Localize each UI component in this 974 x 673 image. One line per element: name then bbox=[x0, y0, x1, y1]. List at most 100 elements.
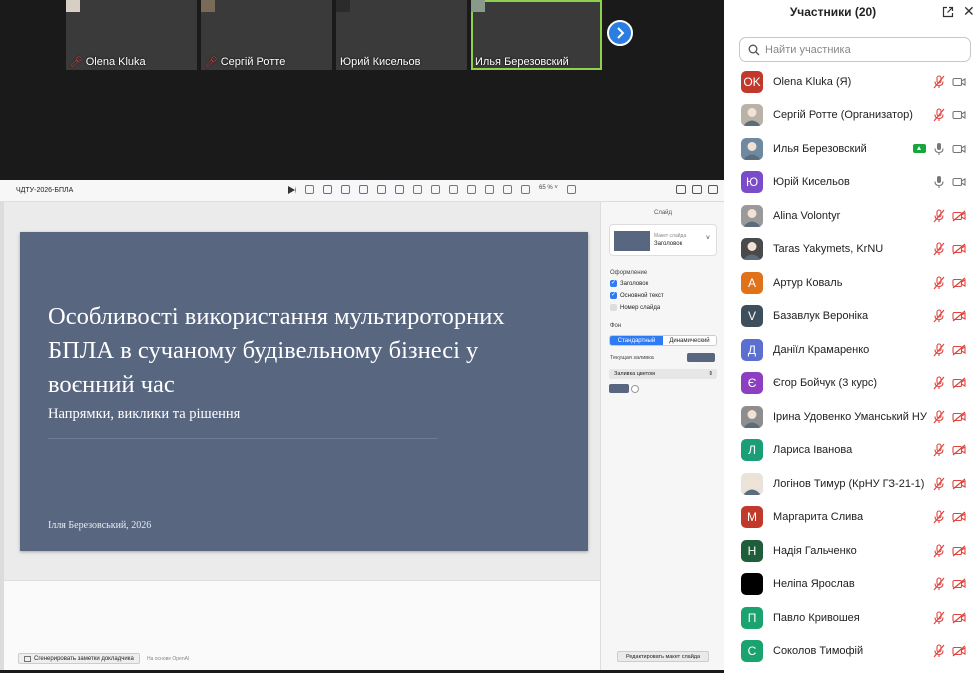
mic-muted-icon[interactable] bbox=[933, 242, 945, 256]
shape-icon[interactable] bbox=[485, 185, 494, 194]
participant-row[interactable]: С Соколов Тимофій bbox=[724, 635, 974, 669]
camera-off-icon[interactable] bbox=[952, 578, 966, 590]
mic-icon[interactable] bbox=[933, 175, 945, 189]
camera-off-icon[interactable] bbox=[952, 277, 966, 289]
participant-row[interactable]: М Маргарита Слива bbox=[724, 501, 974, 535]
video-thumbnail[interactable]: Илья Березовский bbox=[471, 0, 602, 70]
participant-row[interactable]: Є Єгор Бойчук (3 курс) bbox=[724, 367, 974, 401]
participant-row[interactable]: А Артур Коваль bbox=[724, 266, 974, 300]
zoom-select[interactable]: 65 % ˅ bbox=[539, 185, 558, 194]
video-thumbnail[interactable]: Юрий Кисельов bbox=[336, 0, 467, 70]
mic-muted-icon[interactable] bbox=[933, 611, 945, 625]
play-icon[interactable] bbox=[288, 185, 296, 194]
camera-off-icon[interactable] bbox=[952, 478, 966, 490]
mic-muted-icon[interactable] bbox=[933, 443, 945, 457]
chart-icon[interactable] bbox=[449, 185, 458, 194]
participant-row[interactable]: Неліпа Ярослав bbox=[724, 568, 974, 602]
mic-muted-icon[interactable] bbox=[933, 544, 945, 558]
seg-dynamic[interactable]: Динамический bbox=[663, 336, 716, 345]
mic-muted-icon[interactable] bbox=[933, 309, 945, 323]
mic-muted-icon[interactable] bbox=[933, 410, 945, 424]
document-panel-icon[interactable] bbox=[708, 185, 718, 194]
participant-row[interactable]: Д Даніїл Крамаренко bbox=[724, 333, 974, 367]
participant-row[interactable]: Логінов Тимур (КрНУ ГЗ-21-1) bbox=[724, 467, 974, 501]
generate-notes-button[interactable]: Сгенерировать заметки докладчика bbox=[18, 653, 140, 664]
add-slide-icon[interactable] bbox=[305, 185, 314, 194]
camera-icon[interactable] bbox=[952, 143, 966, 155]
camera-off-icon[interactable] bbox=[952, 444, 966, 456]
participant-row[interactable]: Илья Березовский bbox=[724, 132, 974, 166]
video-thumbnail[interactable]: 🎤︎ Сергій Ротте bbox=[201, 0, 332, 70]
appearance-checkbox[interactable]: Номер слайда bbox=[610, 304, 660, 311]
color-well[interactable] bbox=[609, 384, 629, 393]
search-input[interactable] bbox=[765, 43, 955, 56]
mic-muted-icon[interactable] bbox=[933, 376, 945, 390]
textbox-icon[interactable] bbox=[467, 185, 476, 194]
animate-panel-icon[interactable] bbox=[692, 185, 702, 194]
speaker-notes-area[interactable]: Сгенерировать заметки докладчика На осно… bbox=[4, 580, 600, 670]
camera-icon[interactable] bbox=[952, 176, 966, 188]
participant-row[interactable]: Ірина Удовенко Уманський НУ bbox=[724, 400, 974, 434]
transition-icon[interactable] bbox=[359, 185, 368, 194]
next-page-button[interactable] bbox=[607, 20, 633, 46]
text-icon[interactable] bbox=[413, 185, 422, 194]
participant-row[interactable]: П Павло Кривошея bbox=[724, 601, 974, 635]
camera-off-icon[interactable] bbox=[952, 310, 966, 322]
participant-row[interactable]: Н Надія Гальченко bbox=[724, 534, 974, 568]
slide-layout-select[interactable]: Макет слайда Заголовок ˅ bbox=[609, 224, 717, 256]
participant-row[interactable]: Ю Юрій Кисельов bbox=[724, 166, 974, 200]
camera-off-icon[interactable] bbox=[952, 645, 966, 657]
comment-icon[interactable] bbox=[521, 185, 530, 194]
collab-icon[interactable] bbox=[323, 185, 332, 194]
checkbox[interactable]: ✓ bbox=[610, 280, 617, 287]
checkbox[interactable]: ✓ bbox=[610, 292, 617, 299]
camera-off-icon[interactable] bbox=[952, 612, 966, 624]
slide[interactable]: Особливості використання мультироторних … bbox=[20, 232, 588, 551]
slide-title[interactable]: Особливості використання мультироторних … bbox=[48, 300, 548, 402]
camera-off-icon[interactable] bbox=[952, 545, 966, 557]
media-icon[interactable] bbox=[377, 185, 386, 194]
camera-off-icon[interactable] bbox=[952, 377, 966, 389]
mic-muted-icon[interactable] bbox=[933, 577, 945, 591]
camera-icon[interactable] bbox=[952, 109, 966, 121]
edit-slide-layout-button[interactable]: Редактировать макет слайда bbox=[617, 651, 709, 662]
mic-muted-icon[interactable] bbox=[933, 343, 945, 357]
participant-row[interactable]: Л Лариса Іванова bbox=[724, 434, 974, 468]
participant-row[interactable]: OK Olena Kluka (Я) bbox=[724, 65, 974, 99]
appearance-checkbox[interactable]: ✓ Заголовок bbox=[610, 280, 648, 287]
mic-icon[interactable] bbox=[933, 142, 945, 156]
appearance-checkbox[interactable]: ✓ Основной текст bbox=[610, 292, 664, 299]
camera-off-icon[interactable] bbox=[952, 411, 966, 423]
participant-search[interactable] bbox=[739, 37, 971, 62]
participant-row[interactable]: Alina Volontyr bbox=[724, 199, 974, 233]
format-brush-icon[interactable] bbox=[676, 185, 686, 194]
participant-row[interactable]: Сергій Ротте (Организатор) bbox=[724, 99, 974, 133]
animate-icon[interactable] bbox=[341, 185, 350, 194]
video-thumbnail[interactable]: 🎤︎ Olena Kluka bbox=[66, 0, 197, 70]
participant-row[interactable]: Taras Yakymets, KrNU bbox=[724, 233, 974, 267]
fill-type-select[interactable]: Заливка цветом ⇕ bbox=[609, 369, 717, 379]
checkbox[interactable] bbox=[610, 304, 617, 311]
ai-icon[interactable] bbox=[395, 185, 404, 194]
popout-icon[interactable] bbox=[942, 6, 954, 18]
camera-off-icon[interactable] bbox=[952, 344, 966, 356]
share-icon[interactable] bbox=[566, 185, 576, 194]
mic-muted-icon[interactable] bbox=[933, 510, 945, 524]
mic-muted-icon[interactable] bbox=[933, 644, 945, 658]
color-picker-dial[interactable] bbox=[631, 385, 639, 393]
mic-muted-icon[interactable] bbox=[933, 477, 945, 491]
slide-author[interactable]: Ілля Березовський, 2026 bbox=[48, 520, 151, 531]
camera-off-icon[interactable] bbox=[952, 243, 966, 255]
close-icon[interactable]: ✕ bbox=[963, 4, 974, 18]
participant-row[interactable]: V Базавлук Вероніка bbox=[724, 300, 974, 334]
camera-off-icon[interactable] bbox=[952, 511, 966, 523]
camera-off-icon[interactable] bbox=[952, 210, 966, 222]
mic-muted-icon[interactable] bbox=[933, 108, 945, 122]
attach-icon[interactable] bbox=[503, 185, 512, 194]
mic-muted-icon[interactable] bbox=[933, 276, 945, 290]
fill-color-swatch[interactable] bbox=[687, 353, 715, 362]
mic-muted-icon[interactable] bbox=[933, 209, 945, 223]
mic-muted-icon[interactable] bbox=[933, 75, 945, 89]
slide-subtitle[interactable]: Напрямки, виклики та рішення bbox=[48, 406, 240, 423]
table-icon[interactable] bbox=[431, 185, 440, 194]
